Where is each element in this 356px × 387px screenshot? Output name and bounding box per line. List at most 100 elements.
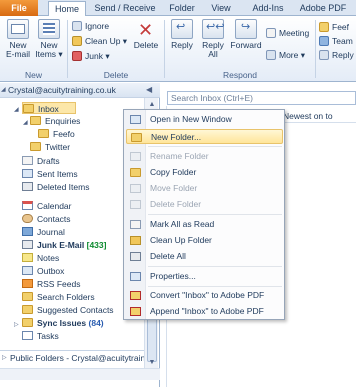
menu-separator bbox=[148, 286, 282, 287]
more-button[interactable]: More ▾ bbox=[266, 49, 305, 61]
ignore-icon bbox=[72, 21, 82, 31]
delete-all-icon bbox=[130, 252, 141, 261]
tab-add-ins[interactable]: Add-Ins bbox=[248, 1, 288, 16]
folder-label: Contacts bbox=[37, 214, 71, 224]
public-folders[interactable]: ▷ Public Folders - Crystal@acuitytrain bbox=[0, 350, 144, 364]
contacts-icon bbox=[22, 214, 33, 223]
folder-sent-items[interactable]: Sent Items bbox=[22, 168, 132, 180]
folder-contacts[interactable]: Contacts bbox=[22, 213, 132, 225]
menu-item-delete-folder[interactable]: Delete Folder bbox=[126, 197, 283, 212]
quick-step-label: Reply bbox=[332, 50, 354, 60]
folder-label: RSS Feeds bbox=[37, 279, 81, 289]
quick-step-icon bbox=[319, 50, 329, 60]
reply-all-icon: ↩↩ bbox=[202, 19, 224, 39]
clean-up-icon bbox=[72, 36, 82, 46]
folder-label: Inbox bbox=[38, 104, 59, 114]
folder-outbox[interactable]: Outbox bbox=[22, 265, 132, 277]
delete-button[interactable]: ✕ Delete bbox=[130, 19, 162, 50]
quick-step-icon bbox=[319, 22, 329, 32]
junk-button[interactable]: Junk ▾ bbox=[72, 50, 110, 62]
folder-search-folders[interactable]: Search Folders bbox=[22, 291, 132, 303]
folder-label: Suggested Contacts bbox=[37, 305, 114, 315]
menu-separator bbox=[148, 214, 282, 215]
tab-send-receive[interactable]: Send / Receive bbox=[92, 1, 158, 16]
menu-separator bbox=[148, 146, 282, 147]
folder-label: Feefo bbox=[53, 129, 75, 139]
tasks-icon bbox=[22, 331, 33, 340]
menu-item-copy-folder[interactable]: Copy Folder bbox=[126, 165, 283, 180]
expand-arrow-icon[interactable]: ▷ bbox=[2, 351, 7, 364]
collapse-pane-icon[interactable]: ◀ bbox=[146, 85, 152, 94]
nav-horizontal-scrollbar[interactable] bbox=[0, 368, 160, 380]
quick-step-label: Feef bbox=[332, 22, 350, 32]
group-divider bbox=[315, 20, 316, 78]
menu-item-rename-folder[interactable]: Rename Folder bbox=[126, 149, 283, 164]
journal-icon bbox=[22, 227, 33, 236]
group-label-respond: Respond bbox=[222, 70, 258, 80]
mark-read-icon bbox=[130, 220, 141, 229]
meeting-icon bbox=[266, 28, 276, 38]
clean-up-button[interactable]: Clean Up ▾ bbox=[72, 35, 127, 47]
menu-item-convert-pdf[interactable]: Convert "Inbox" to Adobe PDF bbox=[126, 288, 283, 303]
quick-step-team[interactable]: Team bbox=[319, 35, 353, 47]
menu-item-open-new-window[interactable]: Open in New Window bbox=[126, 112, 283, 127]
menu-item-mark-all-read[interactable]: Mark All as Read bbox=[126, 217, 283, 232]
folder-tasks[interactable]: Tasks bbox=[22, 330, 132, 342]
delete-label: Delete bbox=[133, 40, 159, 50]
collapse-triangle-icon[interactable]: ◢ bbox=[1, 86, 6, 93]
scroll-down-icon[interactable]: ▼ bbox=[148, 359, 156, 367]
quick-step-feefo[interactable]: Feef bbox=[319, 21, 349, 33]
folder-label: Twitter bbox=[45, 142, 71, 152]
folder-label: Notes bbox=[37, 253, 60, 263]
folder-label: Drafts bbox=[37, 156, 60, 166]
menu-item-label: Copy Folder bbox=[150, 167, 197, 177]
folder-journal[interactable]: Journal bbox=[22, 226, 132, 238]
folder-enquiries[interactable]: Enquiries bbox=[30, 115, 130, 127]
new-items-button[interactable]: New Items ▾ bbox=[34, 19, 64, 59]
expand-arrow-icon[interactable]: ▷ bbox=[14, 321, 19, 328]
folder-label: Sent Items bbox=[37, 169, 78, 179]
folder-drafts[interactable]: Drafts bbox=[22, 155, 132, 167]
folder-inbox[interactable]: Inbox bbox=[22, 102, 76, 114]
new-email-button[interactable]: New E-mail bbox=[3, 19, 33, 59]
menu-item-clean-up-folder[interactable]: Clean Up Folder bbox=[126, 233, 283, 248]
menu-item-delete-all[interactable]: Delete All bbox=[126, 249, 283, 264]
reply-all-button[interactable]: ↩↩ Reply All bbox=[198, 19, 228, 59]
folder-calendar[interactable]: Calendar bbox=[22, 200, 132, 212]
new-items-label-2: Items ▾ bbox=[35, 49, 63, 59]
scroll-up-icon[interactable]: ▲ bbox=[148, 101, 156, 109]
folder-deleted-items[interactable]: Deleted Items bbox=[22, 181, 132, 193]
folder-notes[interactable]: Notes bbox=[22, 252, 132, 264]
search-input[interactable]: Search Inbox (Ctrl+E) bbox=[167, 91, 356, 105]
menu-item-label: Convert "Inbox" to Adobe PDF bbox=[150, 290, 265, 300]
folder-rss-feeds[interactable]: RSS Feeds bbox=[22, 278, 132, 290]
search-folder-icon bbox=[22, 292, 33, 301]
quick-step-reply[interactable]: Reply bbox=[319, 49, 354, 61]
tab-folder[interactable]: Folder bbox=[164, 1, 200, 16]
sort-column-header[interactable]: Newest on to bbox=[279, 110, 356, 123]
menu-item-label: Open in New Window bbox=[150, 114, 232, 124]
unread-count: [433] bbox=[86, 240, 107, 250]
expand-triangle-icon[interactable]: ◢ bbox=[23, 119, 28, 126]
menu-item-append-pdf[interactable]: Append "Inbox" to Adobe PDF bbox=[126, 304, 283, 319]
ribbon-tab-bar: File Home Send / Receive Folder View Add… bbox=[0, 0, 356, 17]
menu-item-new-folder[interactable]: New Folder... bbox=[126, 129, 283, 144]
new-window-icon bbox=[130, 115, 141, 124]
menu-item-properties[interactable]: Properties... bbox=[126, 269, 283, 284]
ignore-button[interactable]: Ignore bbox=[72, 20, 109, 32]
tab-adobe-pdf[interactable]: Adobe PDF bbox=[296, 1, 350, 16]
expand-triangle-icon[interactable]: ◢ bbox=[14, 106, 19, 113]
account-header[interactable]: ◢ Crystal@acuitytraining.co.uk bbox=[0, 83, 160, 98]
folder-label: Enquiries bbox=[45, 116, 81, 126]
forward-button[interactable]: ↪ Forward bbox=[229, 19, 263, 50]
menu-item-move-folder[interactable]: Move Folder bbox=[126, 181, 283, 196]
rss-icon bbox=[22, 279, 33, 288]
reply-icon: ↩ bbox=[171, 19, 193, 39]
tab-file[interactable]: File bbox=[0, 0, 38, 16]
folder-twitter[interactable]: Twitter bbox=[30, 141, 130, 153]
meeting-button[interactable]: Meeting bbox=[266, 27, 309, 39]
tab-view[interactable]: View bbox=[206, 1, 236, 16]
reply-button[interactable]: ↩ Reply bbox=[167, 19, 197, 50]
tab-home[interactable]: Home bbox=[48, 1, 86, 17]
folder-label: Outbox bbox=[37, 266, 65, 276]
